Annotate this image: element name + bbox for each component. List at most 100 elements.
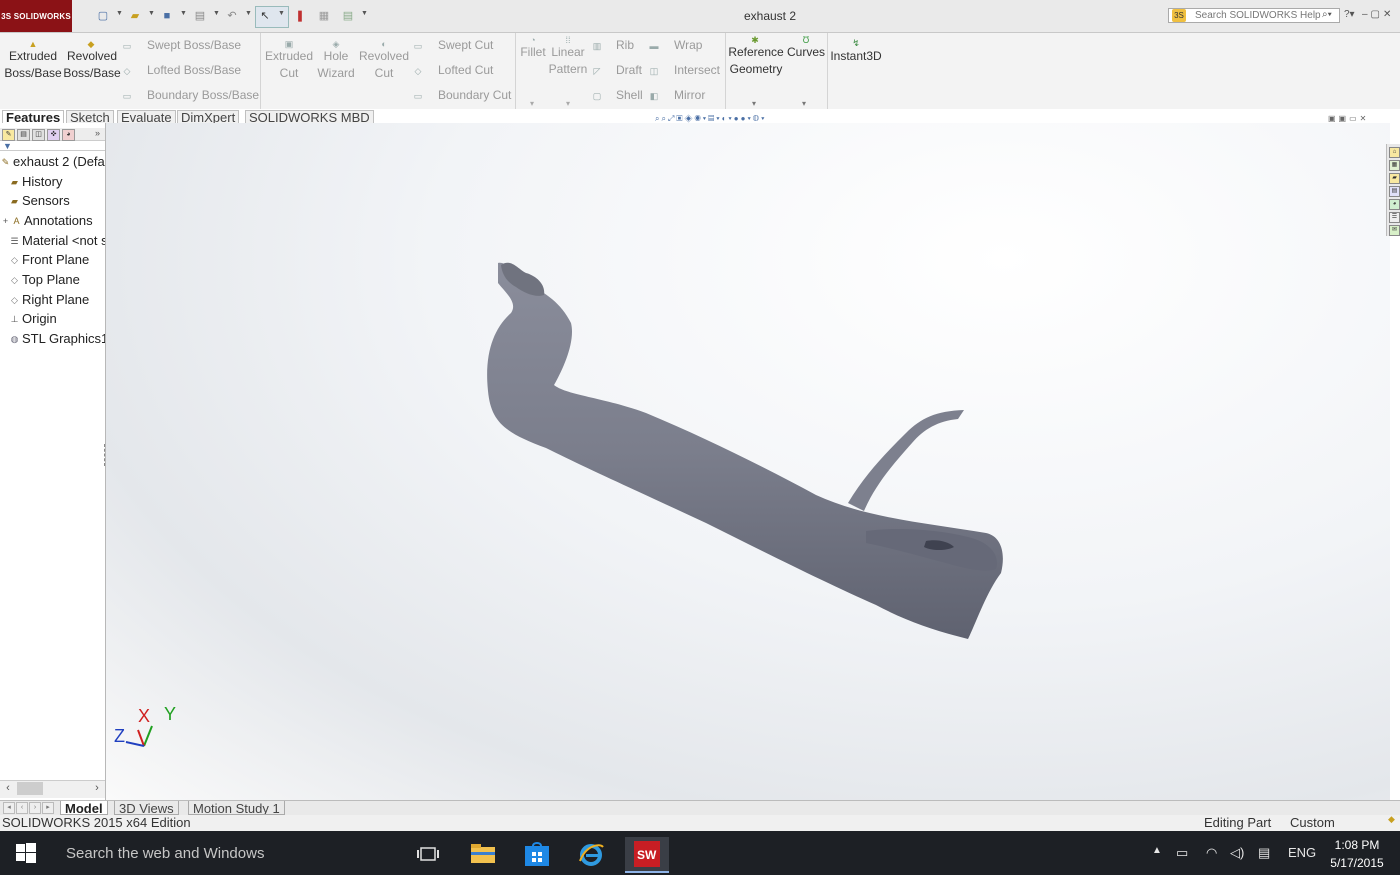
mirror-button[interactable]: Mirror xyxy=(674,87,705,104)
exhaust-model[interactable] xyxy=(106,123,1390,800)
first-tab-icon[interactable]: ◂ xyxy=(3,802,15,814)
file-explorer-icon[interactable]: ▰ xyxy=(1389,173,1400,184)
instant3d-button[interactable]: Instant3D xyxy=(829,48,883,65)
display-manager-tab-icon[interactable]: ◕ xyxy=(62,129,75,141)
file-explorer-taskbar-icon[interactable] xyxy=(465,837,501,871)
volume-icon[interactable]: ◁) xyxy=(1230,845,1244,861)
help-search-input[interactable]: Search SOLIDWORKS Help xyxy=(1168,8,1340,23)
tab-motion-study-1[interactable]: Motion Study 1 xyxy=(188,801,285,815)
linear-pattern-button[interactable]: Linear Pattern xyxy=(547,44,589,78)
help-question-icon[interactable]: ?▾ xyxy=(1344,9,1355,20)
options-dropdown-icon[interactable]: ▼ xyxy=(361,10,368,17)
viewport-window-controls[interactable]: ▣▣▭✕ xyxy=(1328,114,1369,123)
boundary-cut-button[interactable]: Boundary Cut xyxy=(438,87,511,104)
tree-item-material[interactable]: ☰Material <not specified> xyxy=(0,231,105,250)
window-controls[interactable]: –▢✕ xyxy=(1362,9,1394,20)
tab-evaluate[interactable]: Evaluate xyxy=(117,110,176,123)
appearances-icon[interactable]: ◕ xyxy=(1389,199,1400,210)
solidworks-taskbar-icon[interactable]: SW xyxy=(625,837,669,873)
action-center-icon[interactable]: ▤ xyxy=(1258,845,1270,861)
wrap-button[interactable]: Wrap xyxy=(674,37,702,54)
dimxpert-manager-tab-icon[interactable]: ✜ xyxy=(47,129,60,141)
search-magnifier-icon[interactable]: ⌕▾ xyxy=(1322,9,1332,20)
heads-up-view-toolbar[interactable]: ⌕⌕⤢▣◈◉▾▤▾◐▾●●▾◍▾ xyxy=(655,114,845,124)
hole-wizard-button[interactable]: Hole Wizard xyxy=(312,48,360,82)
tree-item-part[interactable]: ✎exhaust 2 (Default<<Def xyxy=(0,152,105,171)
rebuild-status-icon[interactable]: ◆ xyxy=(1388,814,1395,825)
print-dropdown-icon[interactable]: ▼ xyxy=(213,10,220,17)
windows-search-input[interactable]: Search the web and Windows xyxy=(66,845,264,862)
expand-tabs-icon[interactable]: » xyxy=(95,128,100,138)
tab-sketch[interactable]: Sketch xyxy=(66,110,114,123)
feature-tree-filter-icon[interactable]: ▼ xyxy=(0,141,105,151)
fillet-button[interactable]: Fillet xyxy=(518,44,548,61)
options-icon[interactable]: ▤ xyxy=(341,9,355,23)
lofted-boss-base-button[interactable]: Lofted Boss/Base xyxy=(147,62,241,79)
solidworks-logo[interactable]: 3S SOLIDWORKS xyxy=(0,0,72,32)
pattern-dropdown-icon[interactable]: ▾ xyxy=(566,99,570,108)
select-cursor-icon[interactable]: ↖ xyxy=(258,9,272,23)
prev-tab-icon[interactable]: ‹ xyxy=(16,802,28,814)
last-tab-icon[interactable]: ▸ xyxy=(42,802,54,814)
print-icon[interactable]: ▤ xyxy=(193,9,207,23)
next-tab-icon[interactable]: › xyxy=(29,802,41,814)
shell-button[interactable]: Shell xyxy=(616,87,643,104)
extruded-cut-button[interactable]: Extruded Cut xyxy=(262,48,316,82)
tree-item-right-plane[interactable]: ◇ Right Plane xyxy=(0,290,105,309)
tab-model[interactable]: Model xyxy=(60,801,108,815)
configuration-manager-tab-icon[interactable]: ◫ xyxy=(32,129,45,141)
open-folder-icon[interactable]: ▰ xyxy=(128,9,142,23)
taskbar-clock[interactable]: 1:08 PM 5/17/2015 xyxy=(1322,836,1392,872)
lofted-cut-button[interactable]: Lofted Cut xyxy=(438,62,493,79)
show-hidden-icons[interactable]: ▲ xyxy=(1152,845,1162,856)
scroll-left-icon[interactable]: ‹ xyxy=(1,781,15,795)
curves-dropdown-icon[interactable]: ▾ xyxy=(802,99,806,108)
save-icon[interactable]: ■ xyxy=(160,9,174,23)
solidworks-resources-icon[interactable]: ⌂ xyxy=(1389,147,1400,158)
forum-icon[interactable]: ✉ xyxy=(1389,225,1400,236)
status-units[interactable]: Custom xyxy=(1290,815,1335,831)
save-dropdown-icon[interactable]: ▼ xyxy=(180,10,187,17)
rebuild-icon[interactable]: ❚ xyxy=(293,9,307,23)
new-dropdown-icon[interactable]: ▼ xyxy=(116,10,123,17)
reference-geometry-dropdown-icon[interactable]: ▾ xyxy=(752,99,756,108)
scroll-right-icon[interactable]: › xyxy=(90,781,104,795)
expand-plus-icon[interactable]: + xyxy=(0,212,11,230)
intersect-button[interactable]: Intersect xyxy=(674,62,720,79)
tree-item-annotations[interactable]: + A Annotations xyxy=(0,211,105,230)
tree-item-front-plane[interactable]: ◇ Front Plane xyxy=(0,250,105,269)
feature-manager-tab-icon[interactable]: ✎ xyxy=(2,129,15,141)
internet-explorer-taskbar-icon[interactable] xyxy=(573,837,609,871)
tree-item-sensors[interactable]: ▰ Sensors xyxy=(0,191,105,210)
open-dropdown-icon[interactable]: ▼ xyxy=(148,10,155,17)
tree-item-origin[interactable]: ⊥ Origin xyxy=(0,309,105,328)
tab-features[interactable]: Features xyxy=(2,110,65,123)
battery-icon[interactable]: ▭ xyxy=(1176,845,1188,861)
tab-solidworks-mbd[interactable]: SOLIDWORKS MBD xyxy=(245,110,374,123)
design-library-icon[interactable]: ▦ xyxy=(1389,160,1400,171)
task-view-icon[interactable] xyxy=(410,837,446,871)
swept-boss-base-button[interactable]: Swept Boss/Base xyxy=(147,37,241,54)
extruded-boss-base-button[interactable]: Extruded Boss/Base xyxy=(4,48,62,82)
property-manager-tab-icon[interactable]: ▤ xyxy=(17,129,30,141)
new-document-icon[interactable]: ▢ xyxy=(96,9,110,23)
boundary-boss-base-button[interactable]: Boundary Boss/Base xyxy=(147,87,259,104)
view-palette-icon[interactable]: ▤ xyxy=(1389,186,1400,197)
tree-item-stl-graphics[interactable]: ◍ STL Graphics1 xyxy=(0,329,105,348)
store-taskbar-icon[interactable] xyxy=(519,837,555,871)
tab-3d-views[interactable]: 3D Views xyxy=(114,801,179,815)
swept-cut-button[interactable]: Swept Cut xyxy=(438,37,493,54)
revolved-cut-button[interactable]: Revolved Cut xyxy=(357,48,411,82)
wifi-icon[interactable]: ◠ xyxy=(1206,845,1217,861)
reference-geometry-button[interactable]: Reference Geometry xyxy=(727,44,785,78)
curves-button[interactable]: Curves xyxy=(786,44,826,61)
rib-button[interactable]: Rib xyxy=(616,37,634,54)
select-dropdown-icon[interactable]: ▼ xyxy=(278,10,285,17)
language-indicator[interactable]: ENG xyxy=(1288,845,1316,860)
windows-start-icon[interactable] xyxy=(16,843,36,863)
undo-icon[interactable]: ↶ xyxy=(225,9,239,23)
custom-properties-icon[interactable]: ☰ xyxy=(1389,212,1400,223)
tree-item-history[interactable]: ▰ History xyxy=(0,172,105,191)
tab-dimxpert[interactable]: DimXpert xyxy=(177,110,240,123)
fillet-dropdown-icon[interactable]: ▾ xyxy=(530,99,534,108)
